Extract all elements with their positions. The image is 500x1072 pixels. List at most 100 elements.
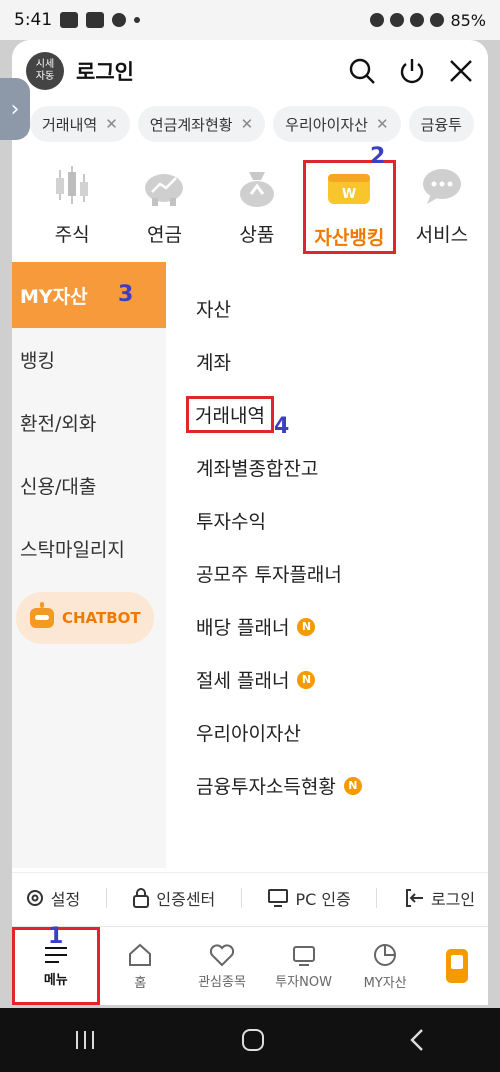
- login-title[interactable]: 로그인: [76, 56, 134, 86]
- category-service[interactable]: 서비스: [396, 160, 488, 260]
- chatbot-button[interactable]: CHATBOT: [16, 592, 154, 644]
- talk-icon: [60, 12, 79, 28]
- submenu-transaction-history[interactable]: 거래내역: [166, 388, 488, 441]
- chip-label: 연금계좌현황: [149, 115, 233, 134]
- search-icon[interactable]: [348, 57, 376, 85]
- monitor-icon: [268, 888, 289, 907]
- close-icon[interactable]: [448, 58, 474, 84]
- tab-watchlist[interactable]: 관심종목: [181, 927, 263, 1005]
- category-stock[interactable]: 주식: [26, 160, 118, 260]
- settings-link[interactable]: 설정: [25, 886, 80, 910]
- left-nav-my-asset[interactable]: MY자산: [12, 262, 166, 328]
- bottom-tabbar: 메뉴 홈 관심종목 투자NOW MY자산: [12, 926, 488, 1005]
- submenu-label: 우리아이자산: [196, 723, 301, 745]
- robot-icon: [30, 602, 54, 628]
- divider: [376, 887, 378, 908]
- submenu-label: 투자수익: [196, 511, 266, 533]
- svg-text:W: W: [342, 187, 356, 202]
- chip-close-icon[interactable]: ✕: [241, 115, 254, 133]
- left-nav-credit-loan[interactable]: 신용/대출: [12, 454, 166, 517]
- tab-my-asset[interactable]: MY자산: [344, 927, 426, 1005]
- submenu-label: 자산: [196, 299, 231, 321]
- category-product[interactable]: 상품: [211, 160, 303, 260]
- tab-label: 메뉴: [43, 972, 68, 988]
- status-bar: 5:41 85%: [0, 0, 500, 40]
- chip-label: 금융투: [420, 115, 462, 134]
- side-handle-chevron-right-icon[interactable]: ›: [0, 78, 30, 140]
- chip-close-icon[interactable]: ✕: [105, 115, 118, 133]
- recent-apps-icon[interactable]: [71, 1029, 99, 1051]
- tv-icon: [292, 945, 315, 966]
- login-link[interactable]: 로그인: [403, 886, 475, 910]
- left-nav-label: 신용/대출: [20, 476, 97, 498]
- recent-chips: 거래내역 ✕ 연금계좌현황 ✕ 우리아이자산 ✕ 금융투: [12, 106, 488, 142]
- heart-icon: [209, 943, 235, 966]
- app-m-icon: [86, 12, 105, 28]
- submenu-asset[interactable]: 자산: [166, 282, 488, 335]
- left-nav-banking[interactable]: 뱅킹: [12, 328, 166, 391]
- annotation-2: 2: [370, 144, 386, 169]
- new-badge: N: [343, 776, 362, 795]
- new-badge: N: [297, 670, 316, 689]
- login-label: 로그인: [430, 889, 476, 909]
- back-icon[interactable]: [407, 1027, 429, 1053]
- submenu-kids-asset[interactable]: 우리아이자산: [166, 706, 488, 759]
- submenu-investment-return[interactable]: 투자수익: [166, 494, 488, 547]
- tab-label: 관심종목: [198, 974, 246, 990]
- divider: [240, 887, 242, 908]
- signal-icon: [430, 13, 445, 27]
- piggy-bank-icon: [144, 174, 183, 206]
- left-nav-label: 환전/외화: [20, 413, 97, 435]
- gear-icon: [26, 889, 43, 906]
- tab-invest-now[interactable]: 투자NOW: [263, 927, 345, 1005]
- left-nav-label: MY자산: [20, 285, 88, 308]
- settings-label: 설정: [50, 889, 81, 909]
- android-nav-bar: [0, 1008, 500, 1072]
- submenu-label: 공모주 투자플래너: [196, 564, 342, 586]
- submenu-list: 자산 계좌 거래내역 계좌별종합잔고 투자수익 공모주 투자플래너 배당 플래너…: [166, 262, 488, 868]
- category-label: 자산뱅킹: [314, 227, 385, 249]
- wifi-icon: [410, 13, 425, 27]
- money-bag-icon: [239, 172, 274, 207]
- chip-item[interactable]: 거래내역 ✕: [30, 106, 130, 142]
- tab-home[interactable]: 홈: [100, 927, 182, 1005]
- submenu-label: 배당 플래너: [196, 617, 290, 639]
- wallet-won-icon: W: [328, 174, 371, 204]
- home-button-icon[interactable]: [240, 1027, 266, 1053]
- power-icon[interactable]: [398, 57, 426, 85]
- chip-item[interactable]: 연금계좌현황 ✕: [137, 106, 266, 142]
- lock-icon: [133, 887, 150, 908]
- menu-columns: MY자산 뱅킹 환전/외화 신용/대출 스탁마일리지 CHATBOT 3 자산 …: [12, 262, 488, 868]
- submenu-investment-income[interactable]: 금융투자소득현황 N: [166, 759, 488, 812]
- submenu-dividend-planner[interactable]: 배당 플래너 N: [166, 600, 488, 653]
- category-pension[interactable]: 연금: [118, 160, 210, 260]
- chip-item[interactable]: 우리아이자산 ✕: [273, 106, 401, 142]
- submenu-account[interactable]: 계좌: [166, 335, 488, 388]
- annotation-4: 4: [274, 414, 290, 439]
- alarm-icon: [370, 13, 385, 27]
- cert-center-link[interactable]: 인증센터: [132, 886, 215, 910]
- submenu-label: 계좌별종합잔고: [196, 458, 319, 480]
- left-nav: MY자산 뱅킹 환전/외화 신용/대출 스탁마일리지 CHATBOT 3: [12, 262, 166, 868]
- avatar-text: 시세 자동: [35, 59, 55, 82]
- submenu-label: 절세 플래너: [196, 670, 290, 692]
- annotation-1: 1: [48, 924, 64, 949]
- header: 시세 자동 로그인: [12, 40, 488, 102]
- left-nav-stock-mileage[interactable]: 스탁마일리지: [12, 517, 166, 580]
- submenu-ipo-planner[interactable]: 공모주 투자플래너: [166, 547, 488, 600]
- chip-close-icon[interactable]: ✕: [376, 115, 389, 133]
- submenu-tax-planner[interactable]: 절세 플래너 N: [166, 653, 488, 706]
- left-nav-exchange[interactable]: 환전/외화: [12, 391, 166, 454]
- category-label: 연금: [147, 224, 183, 246]
- new-badge: N: [297, 617, 316, 636]
- chip-item[interactable]: 금융투: [408, 106, 474, 142]
- avatar[interactable]: 시세 자동: [26, 52, 64, 90]
- tab-label: 홈: [134, 975, 147, 991]
- submenu-account-balance[interactable]: 계좌별종합잔고: [166, 441, 488, 494]
- home-icon: [129, 943, 152, 966]
- pc-auth-link[interactable]: PC 인증: [267, 886, 351, 910]
- category-asset-banking[interactable]: W 자산뱅킹: [303, 160, 396, 254]
- category-label: 상품: [239, 224, 275, 246]
- pie-chart-icon: [374, 943, 397, 966]
- tab-app-switch[interactable]: [426, 927, 488, 1005]
